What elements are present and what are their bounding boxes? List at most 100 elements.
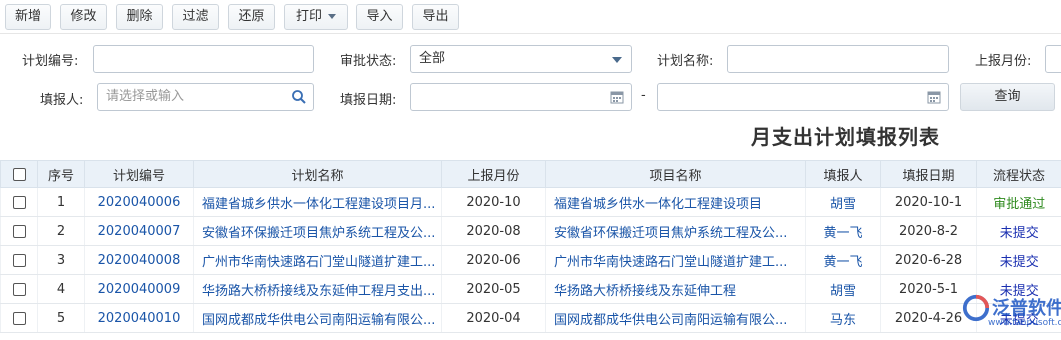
row-status[interactable]: 未提交 xyxy=(976,216,1061,246)
dropdown-arrow-icon xyxy=(612,57,622,63)
row-project-link[interactable]: 国网成都成华供电公司南阳运输有限公... xyxy=(545,303,806,333)
row-code-link[interactable]: 2020040010 xyxy=(84,303,194,333)
row-status[interactable]: 未提交 xyxy=(976,245,1061,275)
row-reporter[interactable]: 黄一飞 xyxy=(805,216,881,246)
row-code-link[interactable]: 2020040009 xyxy=(84,274,194,304)
month-input[interactable] xyxy=(1045,45,1061,73)
row-code-link[interactable]: 2020040007 xyxy=(84,216,194,246)
row-date: 2020-8-2 xyxy=(880,216,977,246)
col-header-no: 序号 xyxy=(37,160,85,188)
row-checkbox[interactable] xyxy=(12,195,26,209)
date-separator: - xyxy=(641,88,646,103)
row-checkbox[interactable] xyxy=(12,253,26,267)
print-dropdown-button[interactable]: 打印 xyxy=(284,4,348,30)
select-all-cell[interactable] xyxy=(0,160,38,188)
row-status[interactable]: 审批通过 xyxy=(976,187,1061,217)
delete-button[interactable]: 删除 xyxy=(116,4,163,30)
calendar-icon[interactable] xyxy=(609,89,625,105)
row-code-link[interactable]: 2020040006 xyxy=(84,187,194,217)
table-header-row: 序号 计划编号 计划名称 上报月份 项目名称 填报人 填报日期 流程状态 xyxy=(0,160,1061,188)
col-header-month[interactable]: 上报月份 xyxy=(441,160,546,188)
row-checkbox[interactable] xyxy=(12,282,26,296)
toolbar: 新增 修改 删除 过滤 还原 打印 导入 导出 xyxy=(0,0,1061,34)
row-date: 2020-10-1 xyxy=(880,187,977,217)
table-row[interactable]: 2 2020040007 安徽省环保搬迁项目焦炉系统工程及公... 2020-0… xyxy=(0,216,1061,246)
col-header-plan-name[interactable]: 计划名称 xyxy=(193,160,442,188)
watermark-brand: 泛普软件 xyxy=(992,298,1061,319)
row-reporter[interactable]: 胡雪 xyxy=(805,187,881,217)
row-project-link[interactable]: 广州市华南快速路石门堂山隧道扩建工... xyxy=(545,245,806,275)
query-button[interactable]: 查询 xyxy=(960,83,1055,111)
status-select[interactable]: 全部 xyxy=(410,45,632,73)
row-date: 2020-6-28 xyxy=(880,245,977,275)
plan-name-input[interactable] xyxy=(727,45,949,73)
reset-button[interactable]: 还原 xyxy=(228,4,275,30)
watermark-url: www.fanpusoft.com xyxy=(988,318,1061,328)
table-row[interactable]: 1 2020040006 福建省城乡供水一体化工程建设项目月... 2020-1… xyxy=(0,187,1061,217)
row-no: 5 xyxy=(37,303,85,333)
row-reporter[interactable]: 马东 xyxy=(805,303,881,333)
reporter-placeholder: 请选择或输入 xyxy=(106,89,185,104)
plan-no-input[interactable] xyxy=(93,45,314,73)
col-header-status[interactable]: 流程状态 xyxy=(976,160,1061,188)
row-plan-name-link[interactable]: 国网成都成华供电公司南阳运输有限公... xyxy=(193,303,442,333)
row-project-link[interactable]: 福建省城乡供水一体化工程建设项目 xyxy=(545,187,806,217)
col-header-reporter[interactable]: 填报人 xyxy=(805,160,881,188)
row-code-link[interactable]: 2020040008 xyxy=(84,245,194,275)
row-select-cell[interactable] xyxy=(0,187,38,217)
row-month: 2020-08 xyxy=(441,216,546,246)
table-row[interactable]: 3 2020040008 广州市华南快速路石门堂山隧道扩建工... 2020-0… xyxy=(0,245,1061,275)
row-project-link[interactable]: 华扬路大桥桥接线及东延伸工程 xyxy=(545,274,806,304)
export-button[interactable]: 导出 xyxy=(412,4,459,30)
col-header-date[interactable]: 填报日期 xyxy=(880,160,977,188)
plan-no-label: 计划编号: xyxy=(22,54,79,69)
row-project-link[interactable]: 安徽省环保搬迁项目焦炉系统工程及公... xyxy=(545,216,806,246)
row-plan-name-link[interactable]: 广州市华南快速路石门堂山隧道扩建工... xyxy=(193,245,442,275)
reporter-input[interactable]: 请选择或输入 xyxy=(97,83,314,111)
search-icon[interactable] xyxy=(291,89,307,105)
row-checkbox[interactable] xyxy=(12,311,26,325)
add-button[interactable]: 新增 xyxy=(5,4,51,30)
table-row[interactable]: 4 2020040009 华扬路大桥桥接线及东延伸工程月支出... 2020-0… xyxy=(0,274,1061,304)
caret-down-icon xyxy=(328,14,336,19)
plan-table: 序号 计划编号 计划名称 上报月份 项目名称 填报人 填报日期 流程状态 1 2… xyxy=(0,160,1061,333)
row-no: 2 xyxy=(37,216,85,246)
col-header-code[interactable]: 计划编号 xyxy=(84,160,194,188)
row-select-cell[interactable] xyxy=(0,216,38,246)
date-label: 填报日期: xyxy=(340,93,397,108)
filter-button[interactable]: 过滤 xyxy=(172,4,219,30)
row-reporter[interactable]: 胡雪 xyxy=(805,274,881,304)
row-no: 4 xyxy=(37,274,85,304)
watermark-logo: 泛普软件 www.fanpusoft.com xyxy=(960,292,1061,340)
row-month: 2020-04 xyxy=(441,303,546,333)
plan-name-label: 计划名称: xyxy=(657,54,714,69)
select-all-checkbox[interactable] xyxy=(12,167,26,181)
row-month: 2020-05 xyxy=(441,274,546,304)
row-select-cell[interactable] xyxy=(0,274,38,304)
row-plan-name-link[interactable]: 安徽省环保搬迁项目焦炉系统工程及公... xyxy=(193,216,442,246)
table-row[interactable]: 5 2020040010 国网成都成华供电公司南阳运输有限公... 2020-0… xyxy=(0,303,1061,333)
brand-logo-icon xyxy=(962,294,990,322)
reporter-label: 填报人: xyxy=(40,93,84,108)
month-label: 上报月份: xyxy=(975,54,1032,69)
status-value: 全部 xyxy=(419,51,446,66)
col-header-project[interactable]: 项目名称 xyxy=(545,160,806,188)
print-label: 打印 xyxy=(295,9,322,24)
page-title: 月支出计划填报列表 xyxy=(751,125,940,149)
calendar-icon[interactable] xyxy=(926,89,942,105)
row-plan-name-link[interactable]: 华扬路大桥桥接线及东延伸工程月支出... xyxy=(193,274,442,304)
edit-button[interactable]: 修改 xyxy=(60,4,107,30)
row-plan-name-link[interactable]: 福建省城乡供水一体化工程建设项目月... xyxy=(193,187,442,217)
row-reporter[interactable]: 黄一飞 xyxy=(805,245,881,275)
row-select-cell[interactable] xyxy=(0,245,38,275)
status-label: 审批状态: xyxy=(340,54,397,69)
date-start-input[interactable] xyxy=(410,83,632,111)
row-month: 2020-06 xyxy=(441,245,546,275)
row-month: 2020-10 xyxy=(441,187,546,217)
date-end-input[interactable] xyxy=(657,83,949,111)
row-no: 3 xyxy=(37,245,85,275)
row-no: 1 xyxy=(37,187,85,217)
row-checkbox[interactable] xyxy=(12,224,26,238)
import-button[interactable]: 导入 xyxy=(356,4,403,30)
row-select-cell[interactable] xyxy=(0,303,38,333)
